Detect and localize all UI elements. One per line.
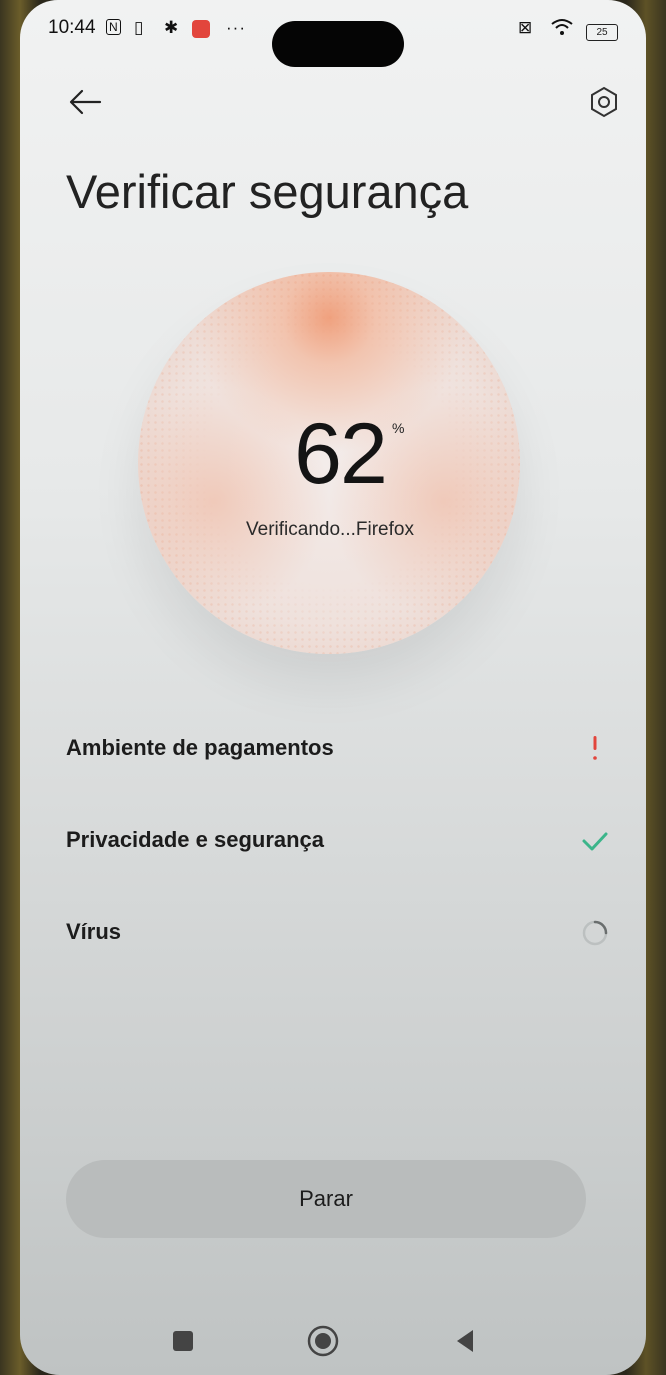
settings-gear-icon: ✱ bbox=[164, 18, 179, 37]
screen: 10:44 N ▯ ✱ ··· ⊠ 25 Verificar segurança… bbox=[20, 0, 646, 1375]
check-label: Privacidade e segurança bbox=[66, 827, 325, 852]
sim-icon: ▯ bbox=[134, 18, 144, 37]
camera-notch bbox=[272, 21, 404, 67]
check-label: Ambiente de pagamentos bbox=[66, 735, 334, 760]
scan-status-text: Verificando...Firefox bbox=[246, 519, 414, 540]
check-item-payments: Ambiente de pagamentos bbox=[66, 720, 606, 812]
triangle-back-icon bbox=[457, 1330, 473, 1352]
circle-icon bbox=[307, 1325, 339, 1357]
status-time: 10:44 bbox=[48, 17, 96, 38]
wifi-icon bbox=[550, 18, 574, 41]
check-label: Vírus bbox=[66, 919, 122, 944]
check-item-virus: Vírus bbox=[66, 904, 608, 996]
check-item-privacy: Privacidade e segurança bbox=[66, 812, 608, 904]
stop-button[interactable]: Parar bbox=[66, 1160, 586, 1238]
spinner-icon bbox=[580, 918, 610, 948]
notification-app-icon bbox=[192, 20, 210, 38]
recents-button[interactable] bbox=[166, 1324, 200, 1358]
sim-disabled-icon: ⊠ bbox=[518, 18, 533, 37]
home-button[interactable] bbox=[306, 1324, 340, 1358]
nfc-icon: N bbox=[106, 19, 121, 35]
status-bar: 10:44 N ▯ ✱ ··· ⊠ 25 bbox=[20, 14, 646, 67]
back-button[interactable] bbox=[65, 82, 105, 122]
arrow-left-icon bbox=[69, 89, 102, 115]
progress-unit: % bbox=[392, 420, 405, 436]
progress-percent: 62 bbox=[294, 406, 388, 502]
system-back-button[interactable] bbox=[448, 1324, 482, 1358]
settings-button[interactable] bbox=[586, 84, 622, 120]
battery-icon: 25 bbox=[586, 24, 618, 41]
more-indicator: ··· bbox=[226, 18, 246, 37]
hexagon-settings-icon bbox=[591, 86, 617, 118]
navigation-bar bbox=[20, 1310, 646, 1370]
check-list: Ambiente de pagamentos Privacidade e seg… bbox=[66, 720, 608, 996]
page-title: Verificar segurança bbox=[66, 165, 469, 218]
exclamation-icon bbox=[580, 734, 610, 764]
checkmark-icon bbox=[580, 826, 610, 856]
square-icon bbox=[173, 1331, 193, 1351]
